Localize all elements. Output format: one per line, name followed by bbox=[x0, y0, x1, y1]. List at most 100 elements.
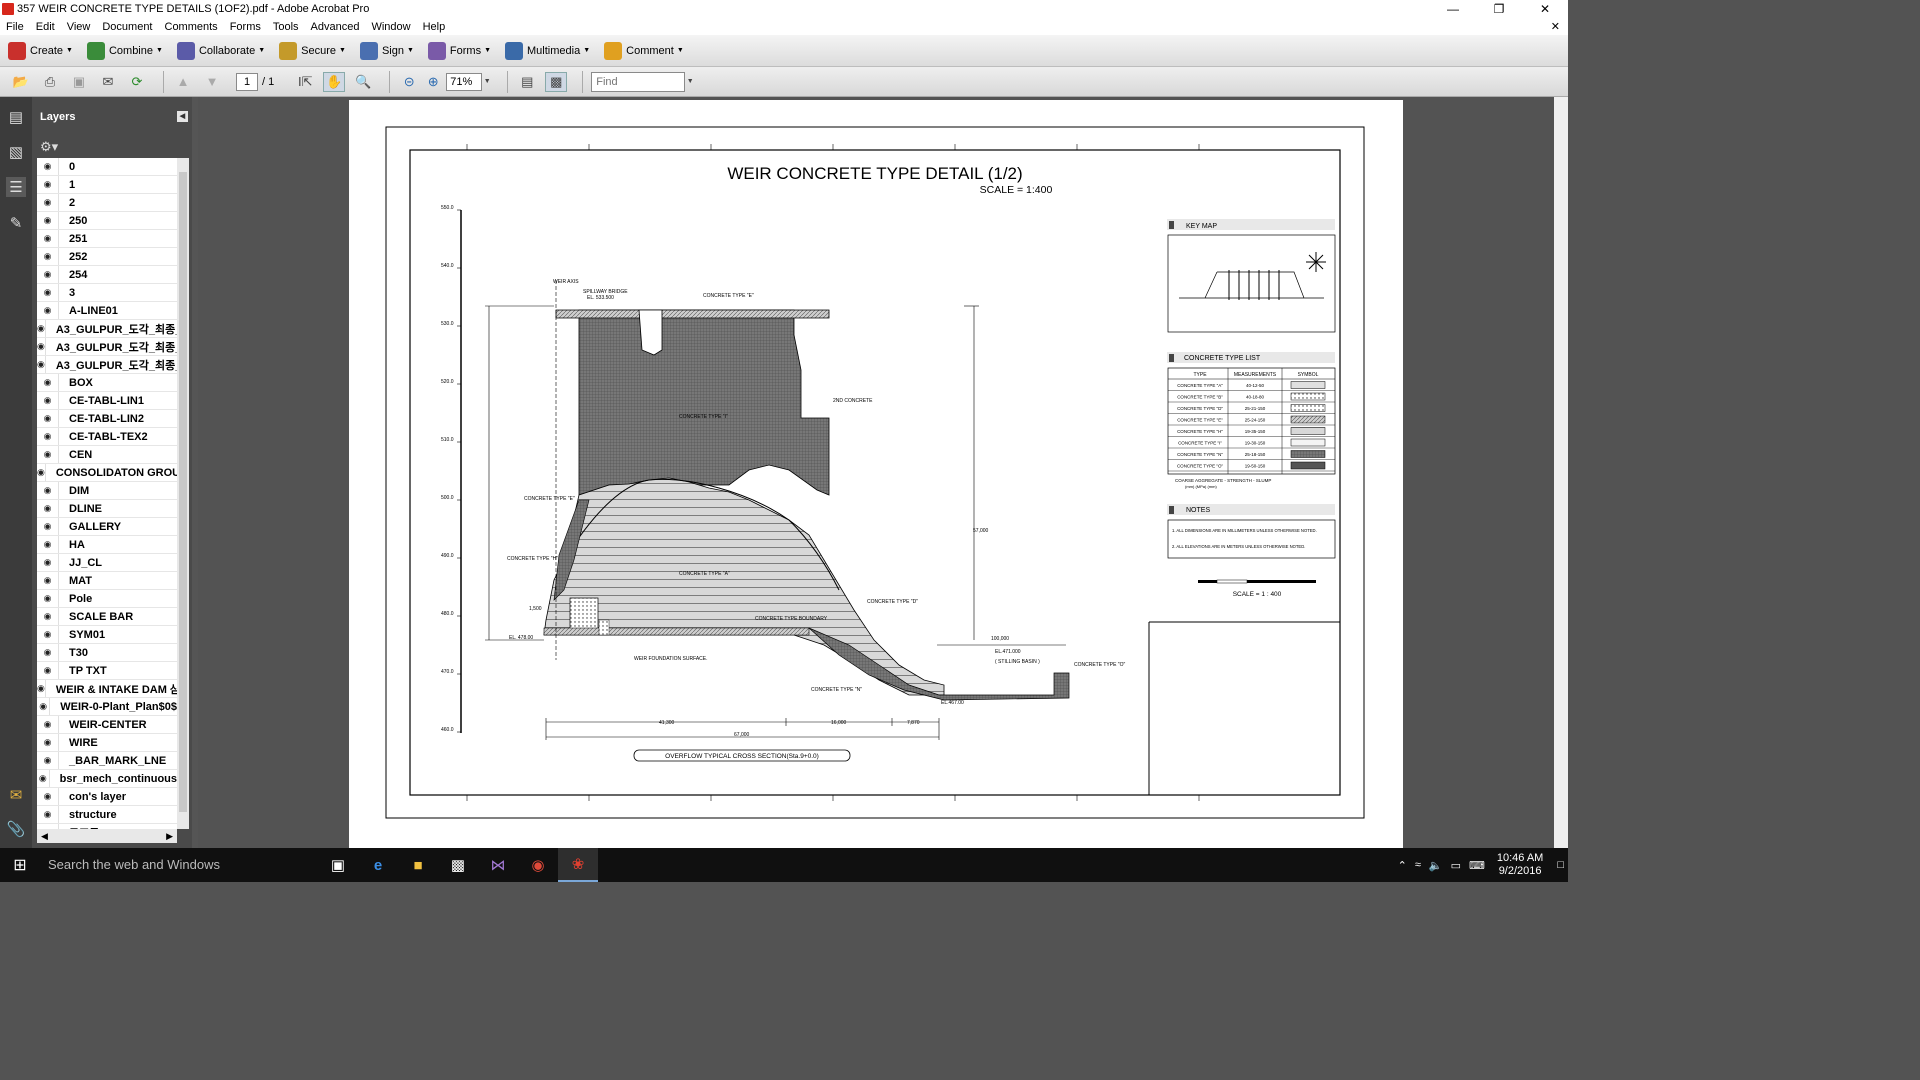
layer-row[interactable]: ◉ A3_GULPUR_도각_최종_ bbox=[37, 356, 177, 374]
edge-icon[interactable]: e bbox=[358, 848, 398, 882]
eye-visibility-icon[interactable]: ◉ bbox=[37, 626, 59, 643]
zoom-level-input[interactable]: 71% bbox=[446, 72, 483, 91]
layer-row[interactable]: ◉ JJ_CL bbox=[37, 554, 177, 572]
windows-start-icon[interactable]: ⊞ bbox=[0, 848, 40, 882]
layer-list-vertical-scrollbar[interactable] bbox=[177, 158, 189, 829]
layer-row[interactable]: ◉ _BAR_MARK_LNE bbox=[37, 752, 177, 770]
combine-button[interactable]: Combine ▼ bbox=[86, 41, 163, 60]
layers-icon[interactable]: ☰ bbox=[6, 177, 26, 197]
eye-visibility-icon[interactable]: ◉ bbox=[37, 428, 59, 445]
layer-row[interactable]: ◉ TP TXT bbox=[37, 662, 177, 680]
restore-button[interactable]: ❐ bbox=[1476, 0, 1522, 18]
eye-visibility-icon[interactable]: ◉ bbox=[37, 230, 59, 247]
minimize-button[interactable]: — bbox=[1430, 0, 1476, 18]
open-folder-icon[interactable]: 📂 bbox=[10, 72, 32, 92]
close-document-icon[interactable]: ✕ bbox=[1551, 20, 1560, 33]
find-dropdown-icon[interactable]: ▼ bbox=[685, 72, 695, 92]
eye-visibility-icon[interactable]: ◉ bbox=[37, 482, 59, 499]
eye-visibility-icon[interactable]: ◉ bbox=[37, 734, 59, 751]
eye-visibility-icon[interactable]: ◉ bbox=[37, 446, 59, 463]
menu-tools[interactable]: Tools bbox=[273, 21, 299, 33]
eye-visibility-icon[interactable]: ◉ bbox=[37, 698, 51, 715]
eye-visibility-icon[interactable]: ◉ bbox=[37, 266, 59, 283]
layer-row[interactable]: ◉ con's layer bbox=[37, 788, 177, 806]
eye-visibility-icon[interactable]: ◉ bbox=[37, 194, 59, 211]
eye-visibility-icon[interactable]: ◉ bbox=[37, 392, 59, 409]
fit-page-icon[interactable]: ▩ bbox=[545, 71, 568, 92]
eye-visibility-icon[interactable]: ◉ bbox=[37, 248, 59, 265]
layer-row[interactable]: ◉ WEIR-CENTER bbox=[37, 716, 177, 734]
next-page-icon[interactable]: ▼ bbox=[201, 72, 223, 92]
layer-row[interactable]: ◉ CE-TABL-LIN1 bbox=[37, 392, 177, 410]
layer-row[interactable]: ◉ CE-TABL-TEX2 bbox=[37, 428, 177, 446]
eye-visibility-icon[interactable]: ◉ bbox=[37, 608, 59, 625]
layer-row[interactable]: ◉ CONSOLIDATON GROU bbox=[37, 464, 177, 482]
close-button[interactable]: ✕ bbox=[1522, 0, 1568, 18]
menu-file[interactable]: File bbox=[6, 21, 24, 33]
eye-visibility-icon[interactable]: ◉ bbox=[37, 500, 59, 517]
eye-visibility-icon[interactable]: ◉ bbox=[37, 356, 46, 373]
layer-row[interactable]: ◉ HA bbox=[37, 536, 177, 554]
taskbar-search-input[interactable]: Search the web and Windows bbox=[40, 848, 318, 882]
battery-icon[interactable]: ▭ bbox=[1451, 859, 1461, 872]
chrome-icon[interactable]: ◉ bbox=[518, 848, 558, 882]
layer-row[interactable]: ◉ WIRE bbox=[37, 734, 177, 752]
eye-visibility-icon[interactable]: ◉ bbox=[37, 536, 59, 553]
collapse-panel-icon[interactable]: ◀ bbox=[177, 111, 188, 122]
menu-document[interactable]: Document bbox=[102, 21, 152, 33]
eye-visibility-icon[interactable]: ◉ bbox=[37, 572, 59, 589]
layer-row[interactable]: ◉ 3 bbox=[37, 284, 177, 302]
layer-row[interactable]: ◉ MAT bbox=[37, 572, 177, 590]
comment-button[interactable]: Comment ▼ bbox=[604, 41, 684, 60]
layer-row[interactable]: ◉ structure bbox=[37, 806, 177, 824]
menu-window[interactable]: Window bbox=[371, 21, 410, 33]
menu-advanced[interactable]: Advanced bbox=[311, 21, 360, 33]
taskbar-clock[interactable]: 10:46 AM 9/2/2016 bbox=[1497, 852, 1543, 878]
notifications-icon[interactable]: □ bbox=[1557, 859, 1564, 871]
eye-visibility-icon[interactable]: ◉ bbox=[37, 716, 59, 733]
hand-tool-icon[interactable]: ✋ bbox=[323, 71, 346, 92]
layer-row[interactable]: ◉ A3_GULPUR_도각_최종_ bbox=[37, 320, 177, 338]
eye-visibility-icon[interactable]: ◉ bbox=[37, 752, 59, 769]
previous-page-icon[interactable]: ▲ bbox=[172, 72, 194, 92]
layer-row[interactable]: ◉ 2 bbox=[37, 194, 177, 212]
eye-visibility-icon[interactable]: ◉ bbox=[37, 302, 59, 319]
pages-icon[interactable]: ▤ bbox=[6, 107, 26, 127]
volume-icon[interactable]: 🔈 bbox=[1429, 859, 1443, 872]
document-vertical-scrollbar[interactable] bbox=[1554, 97, 1568, 848]
layer-row[interactable]: ◉ T30 bbox=[37, 644, 177, 662]
eye-visibility-icon[interactable]: ◉ bbox=[37, 662, 59, 679]
comments-icon[interactable]: ✉ bbox=[6, 785, 26, 805]
menu-forms[interactable]: Forms bbox=[230, 21, 261, 33]
layer-options-gear-icon[interactable]: ⚙▾ bbox=[40, 139, 58, 155]
eye-visibility-icon[interactable]: ◉ bbox=[37, 284, 59, 301]
share-icon[interactable]: ⟳ bbox=[126, 72, 148, 92]
visual-studio-icon[interactable]: ⋈ bbox=[478, 848, 518, 882]
layer-row[interactable]: ◉ 252 bbox=[37, 248, 177, 266]
eye-visibility-icon[interactable]: ◉ bbox=[37, 176, 59, 193]
wifi-icon[interactable]: ≈ bbox=[1415, 859, 1421, 871]
layer-row[interactable]: ◉ 250 bbox=[37, 212, 177, 230]
eye-visibility-icon[interactable]: ◉ bbox=[37, 158, 59, 175]
layer-row[interactable]: ◉ DIM bbox=[37, 482, 177, 500]
layer-row[interactable]: ◉ DLINE bbox=[37, 500, 177, 518]
eye-visibility-icon[interactable]: ◉ bbox=[37, 374, 59, 391]
layer-list-horizontal-scrollbar[interactable]: ◀ ▶ bbox=[37, 829, 177, 843]
layer-row[interactable]: ◉ BOX bbox=[37, 374, 177, 392]
keyboard-icon[interactable]: ⌨ bbox=[1469, 859, 1485, 872]
eye-visibility-icon[interactable]: ◉ bbox=[37, 320, 46, 337]
file-explorer-icon[interactable]: ■ bbox=[398, 848, 438, 882]
scroll-left-icon[interactable]: ◀ bbox=[41, 829, 48, 843]
eye-visibility-icon[interactable]: ◉ bbox=[37, 806, 59, 823]
collaborate-button[interactable]: Collaborate ▼ bbox=[176, 41, 265, 60]
store-icon[interactable]: ▩ bbox=[438, 848, 478, 882]
layer-row[interactable]: ◉ WEIR-0-Plant_Plan$0$ bbox=[37, 698, 177, 716]
layer-row[interactable]: ◉ SYM01 bbox=[37, 626, 177, 644]
eye-visibility-icon[interactable]: ◉ bbox=[37, 338, 46, 355]
eye-visibility-icon[interactable]: ◉ bbox=[37, 644, 59, 661]
layer-row[interactable]: ◉ 251 bbox=[37, 230, 177, 248]
layer-row[interactable]: ◉ A3_GULPUR_도각_최종_ bbox=[37, 338, 177, 356]
scrolling-mode-icon[interactable]: ▤ bbox=[516, 72, 538, 92]
secure-button[interactable]: Secure ▼ bbox=[279, 41, 346, 60]
menu-help[interactable]: Help bbox=[423, 21, 446, 33]
